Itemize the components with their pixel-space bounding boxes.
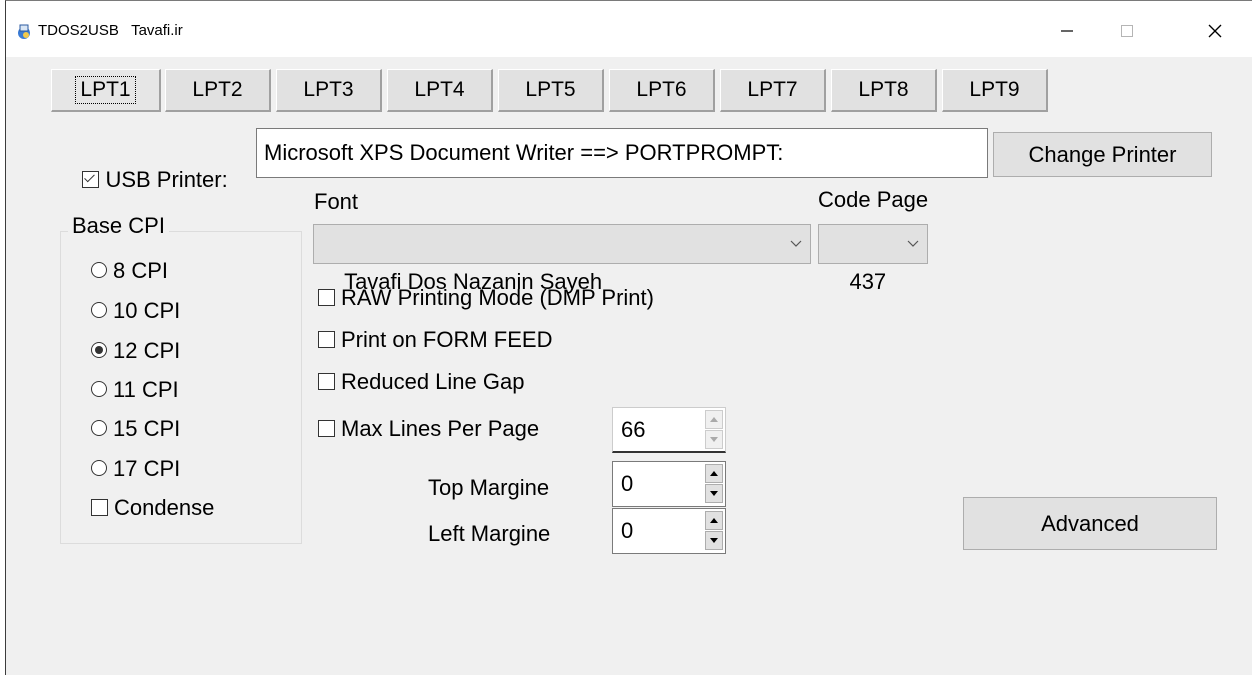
- radio-label: 8 CPI: [113, 258, 169, 283]
- arrow-down-icon: [710, 538, 718, 543]
- radio-icon: [91, 420, 107, 437]
- code-page-label: Code Page: [818, 187, 929, 212]
- font-label: Font: [314, 189, 359, 214]
- arrow-up-icon: [710, 471, 718, 476]
- tab-label: LPT7: [747, 78, 798, 101]
- radio-10-cpi[interactable]: 10 CPI: [91, 298, 180, 324]
- radio-label: 10 CPI: [113, 298, 181, 323]
- radio-label: 17 CPI: [113, 456, 181, 481]
- usb-printer-checkbox[interactable]: USB Printer:: [58, 141, 228, 219]
- radio-11-cpi[interactable]: 11 CPI: [91, 377, 179, 403]
- tab-label: LPT5: [525, 78, 576, 101]
- change-printer-button[interactable]: Change Printer: [993, 132, 1212, 177]
- tab-lpt6[interactable]: LPT6: [609, 69, 715, 112]
- tab-label: LPT9: [969, 78, 1020, 101]
- tab-lpt5[interactable]: LPT5: [498, 69, 604, 112]
- top-margin-spinner[interactable]: 0: [612, 461, 726, 507]
- radio-12-cpi[interactable]: 12 CPI: [91, 338, 180, 364]
- checkbox-icon: [318, 330, 335, 348]
- radio-label: 15 CPI: [113, 416, 181, 441]
- usb-printer-label: USB Printer:: [105, 167, 228, 192]
- checkbox-icon: [318, 372, 335, 390]
- condense-label: Condense: [114, 495, 215, 520]
- tab-label: LPT4: [414, 78, 465, 101]
- tab-lpt3[interactable]: LPT3: [276, 69, 382, 112]
- main-window: TDOS2USB Tavafi.ir LPT1 LPT2 LPT3 LPT4 L…: [5, 0, 1252, 675]
- minimize-button[interactable]: [1044, 15, 1090, 47]
- radio-icon: [91, 460, 107, 477]
- arrow-up-icon: [710, 518, 718, 523]
- spinner-up-button[interactable]: [705, 464, 723, 483]
- radio-label: 12 CPI: [113, 338, 181, 363]
- maximize-icon: [1121, 25, 1133, 37]
- advanced-button[interactable]: Advanced: [963, 497, 1217, 550]
- checkbox-checked-icon: [82, 170, 100, 188]
- tab-lpt8[interactable]: LPT8: [831, 69, 937, 112]
- tab-lpt7[interactable]: LPT7: [720, 69, 826, 112]
- radio-15-cpi[interactable]: 15 CPI: [91, 416, 180, 442]
- tab-lpt2[interactable]: LPT2: [165, 69, 271, 112]
- close-icon: [1208, 24, 1222, 38]
- arrow-down-icon: [710, 437, 718, 442]
- raw-mode-checkbox[interactable]: RAW Printing Mode (DMP Print): [318, 285, 654, 311]
- spinner-down-button[interactable]: [705, 531, 723, 550]
- raw-mode-label: RAW Printing Mode (DMP Print): [341, 285, 654, 310]
- printer-name-field[interactable]: Microsoft XPS Document Writer ==> PORTPR…: [256, 128, 988, 178]
- left-margin-spinner[interactable]: 0: [612, 508, 726, 554]
- window-title: TDOS2USB Tavafi.ir: [38, 22, 183, 39]
- top-margin-value: 0: [621, 471, 634, 496]
- close-button[interactable]: [1192, 15, 1238, 47]
- checkbox-icon: [318, 419, 335, 437]
- radio-icon: [91, 262, 107, 279]
- reduced-gap-label: Reduced Line Gap: [341, 369, 525, 394]
- left-margin-value: 0: [621, 518, 634, 543]
- code-page-selected-value: 437: [849, 269, 887, 294]
- reduced-gap-checkbox[interactable]: Reduced Line Gap: [318, 369, 524, 395]
- arrow-down-icon: [710, 491, 718, 496]
- spinner-buttons: [705, 410, 723, 450]
- spinner-down-button[interactable]: [705, 484, 723, 503]
- form-feed-label: Print on FORM FEED: [341, 327, 553, 352]
- title-bar[interactable]: TDOS2USB Tavafi.ir: [6, 1, 1252, 57]
- max-lines-label: Max Lines Per Page: [341, 416, 540, 441]
- checkbox-icon: [318, 288, 335, 306]
- spinner-up-button[interactable]: [705, 410, 723, 429]
- chevron-down-icon: [905, 225, 921, 263]
- top-margin-label: Top Margine: [428, 475, 550, 500]
- max-lines-spinner[interactable]: 66: [612, 407, 726, 453]
- radio-8-cpi[interactable]: 8 CPI: [91, 258, 168, 284]
- checkbox-icon: [91, 498, 108, 516]
- spinner-down-button[interactable]: [705, 430, 723, 449]
- base-cpi-label: Base CPI: [68, 213, 169, 239]
- radio-label: 11 CPI: [113, 377, 179, 402]
- max-lines-checkbox[interactable]: Max Lines Per Page: [318, 416, 539, 442]
- radio-icon: [91, 302, 107, 319]
- spinner-buttons: [705, 511, 723, 551]
- radio-icon: [91, 381, 107, 398]
- tab-label: LPT8: [858, 78, 909, 101]
- condense-checkbox[interactable]: Condense: [91, 495, 214, 521]
- tab-lpt9[interactable]: LPT9: [942, 69, 1048, 112]
- code-page-select[interactable]: 437: [818, 224, 928, 294]
- max-lines-value: 66: [621, 417, 646, 442]
- tab-lpt1[interactable]: LPT1: [51, 69, 161, 112]
- arrow-up-icon: [710, 417, 718, 422]
- tab-label: LPT2: [192, 78, 243, 101]
- maximize-button[interactable]: [1104, 15, 1150, 47]
- tab-lpt4[interactable]: LPT4: [387, 69, 493, 112]
- spinner-up-button[interactable]: [705, 511, 723, 530]
- font-select[interactable]: Tavafi Dos Nazanin Sayeh: [313, 224, 811, 294]
- tab-label: LPT1: [75, 76, 136, 104]
- printer-app-icon: [14, 21, 34, 41]
- spinner-buttons: [705, 464, 723, 504]
- radio-selected-icon: [91, 342, 107, 359]
- chevron-down-icon: [788, 225, 804, 263]
- left-margin-label: Left Margine: [428, 521, 551, 546]
- radio-17-cpi[interactable]: 17 CPI: [91, 456, 180, 482]
- minimize-icon: [1061, 30, 1073, 32]
- tab-label: LPT6: [636, 78, 687, 101]
- form-feed-checkbox[interactable]: Print on FORM FEED: [318, 327, 552, 353]
- tab-label: LPT3: [303, 78, 354, 101]
